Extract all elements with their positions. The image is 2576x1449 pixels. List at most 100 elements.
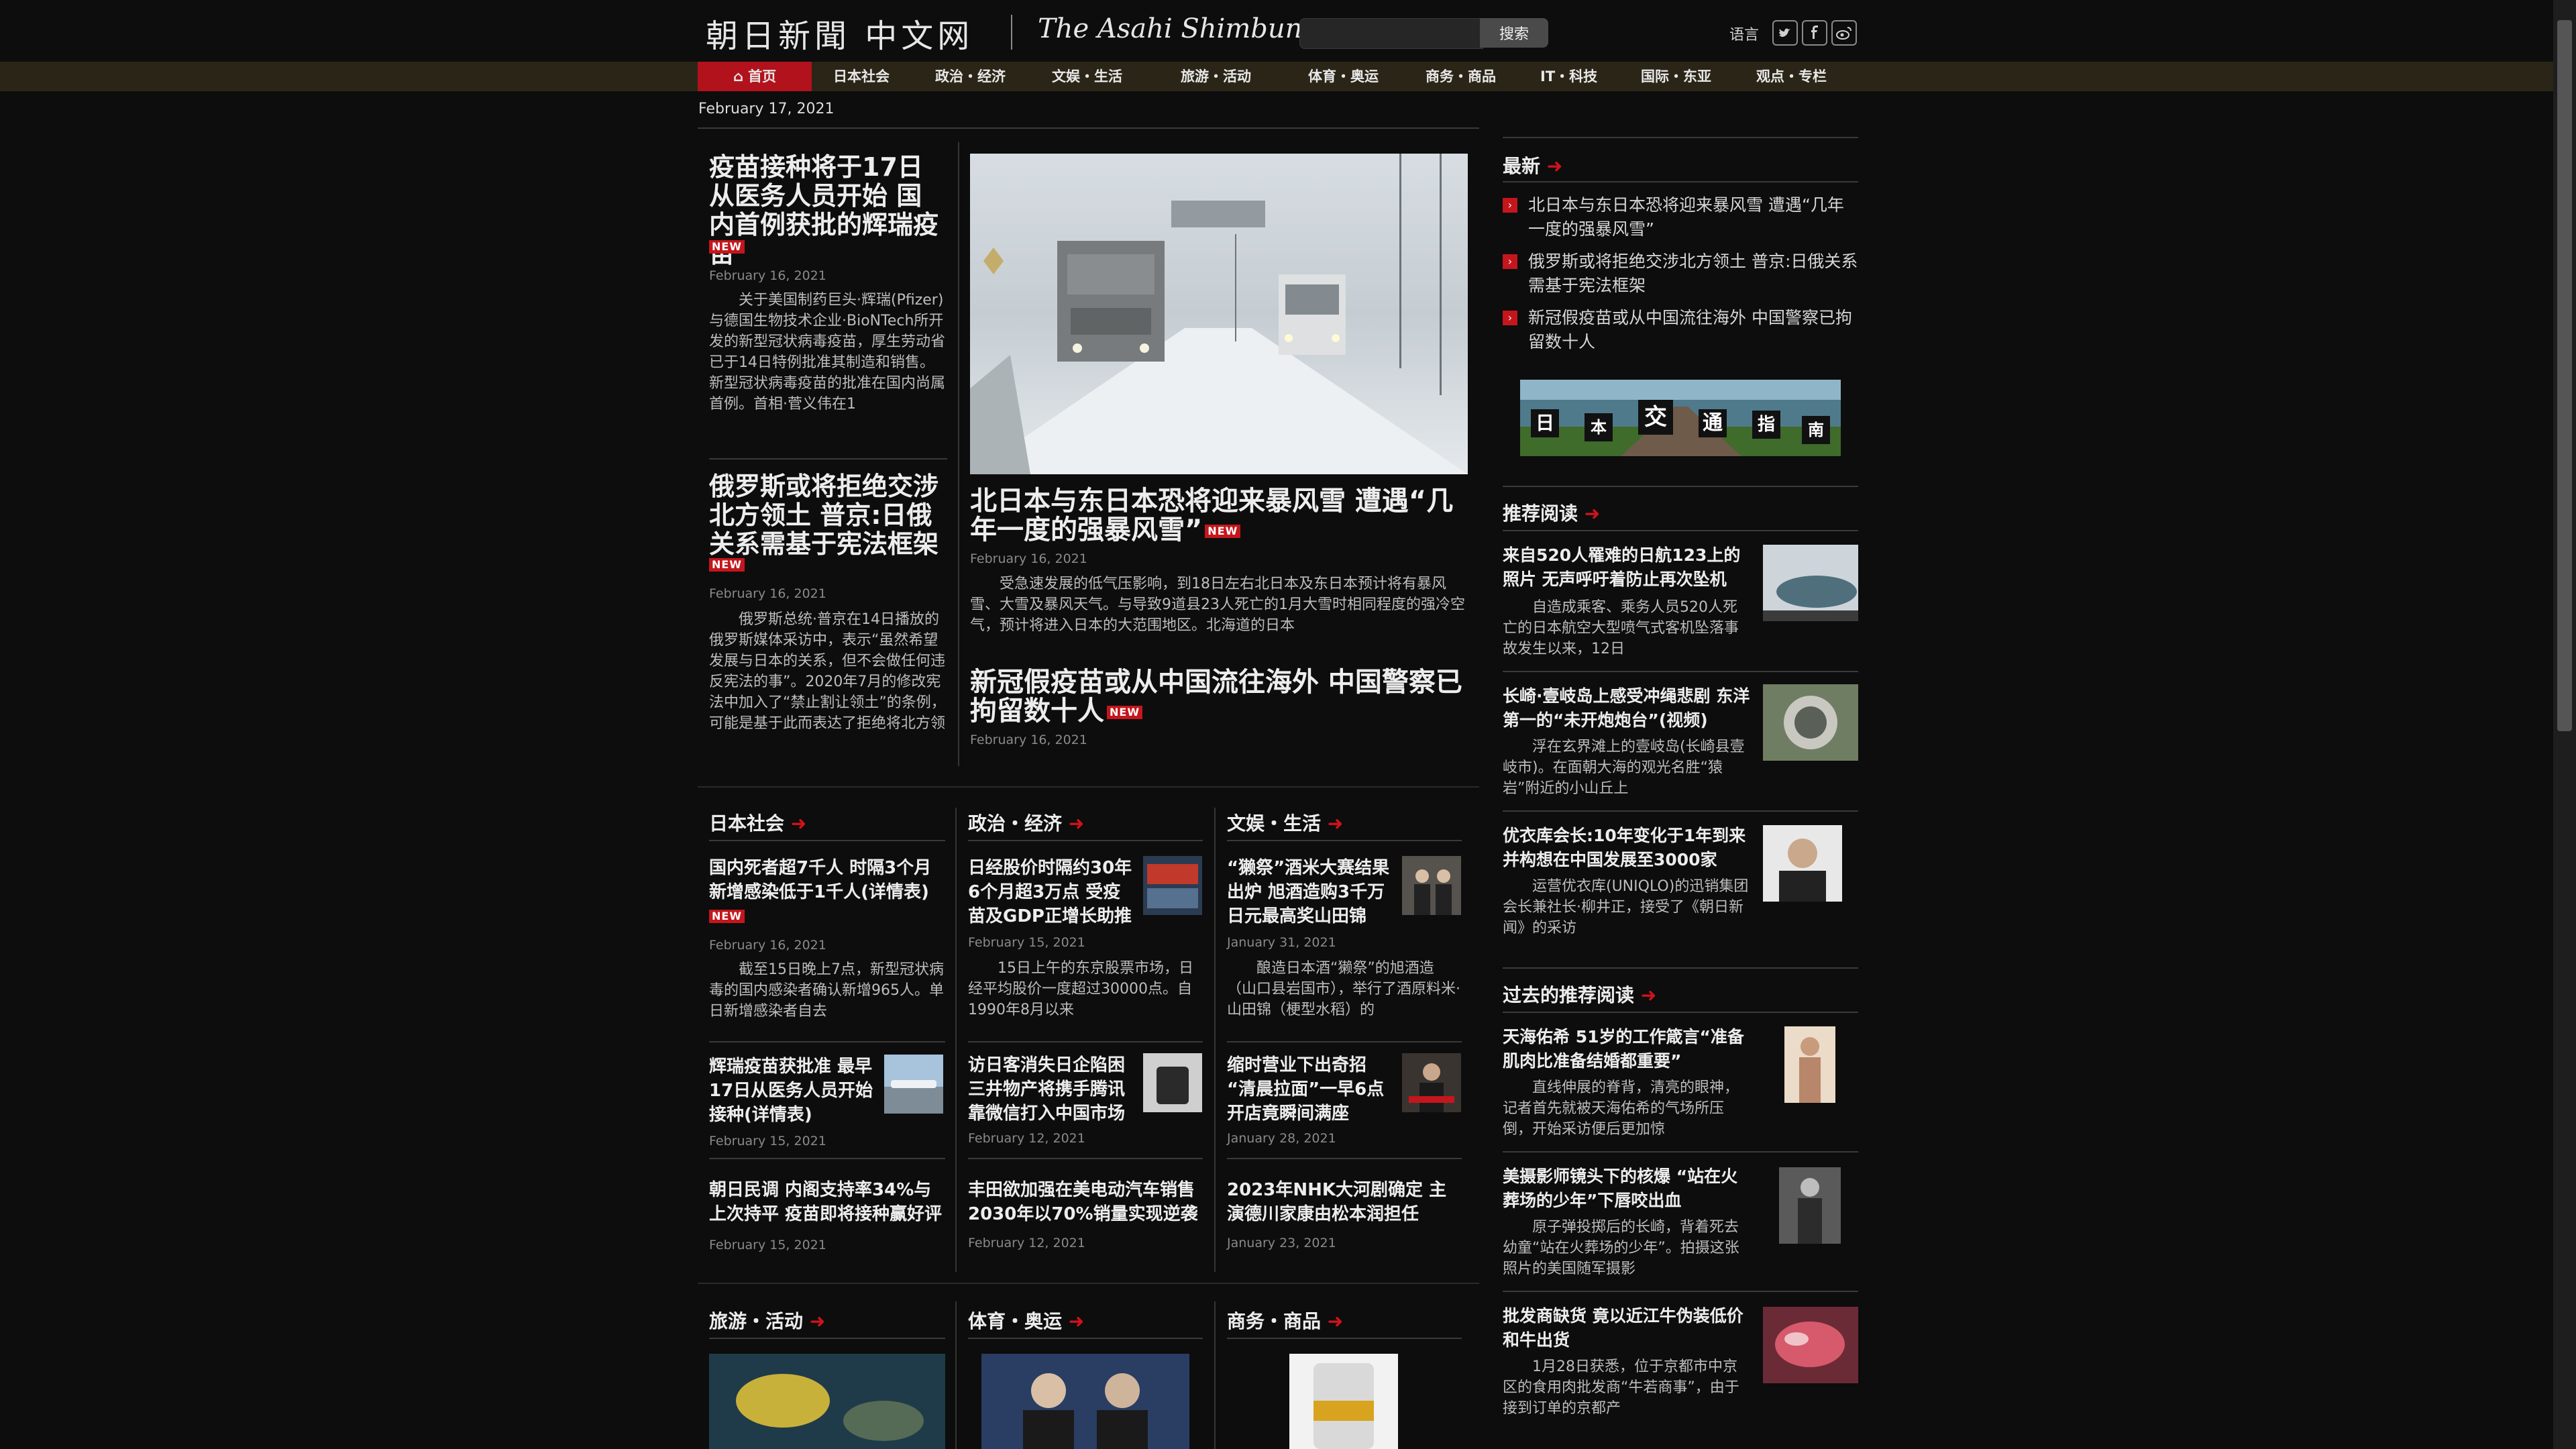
banner-char: 交: [1638, 400, 1673, 435]
banner-char: 通: [1699, 409, 1727, 437]
article-date: February 15, 2021: [709, 1238, 826, 1252]
divider: [709, 840, 945, 841]
facebook-icon[interactable]: [1802, 20, 1827, 46]
sidebar-latest-title[interactable]: 最新 ➜: [1503, 152, 1562, 178]
section-article-title[interactable]: 国内死者超7千人 时隔3个月新增感染低于1千人(详情表): [709, 856, 945, 904]
article-thumbnail-airport[interactable]: [884, 1055, 943, 1114]
lead-center-title[interactable]: 北日本与东日本恐将迎来暴风雪 遭遇“几年一度的强暴风雪” NEW: [970, 487, 1468, 545]
latest-item[interactable]: 北日本与东日本恐将迎来暴风雪 遭遇“几年一度的强暴风雪”: [1528, 193, 1858, 241]
article-thumbnail-wagyu-beef[interactable]: [1763, 1307, 1858, 1383]
site-logo-english[interactable]: The Asahi Shimbun: [1038, 13, 1302, 44]
nav-item-entertainment[interactable]: 文娱・生活: [1052, 62, 1122, 91]
sidebar-recommended-title[interactable]: 推荐阅读 ➜: [1503, 499, 1600, 526]
divider: [1503, 486, 1858, 487]
article-date: February 12, 2021: [968, 1236, 1085, 1250]
article-thumbnail-uniqlo-chairman[interactable]: [1763, 825, 1842, 902]
article-summary: 1月28日获悉，位于京都市中京区的食用肉批发商“牛若商事”，由于接到订单的京都产: [1503, 1358, 1739, 1417]
nav-item-business[interactable]: 商务・商品: [1426, 62, 1496, 91]
twitter-icon[interactable]: [1772, 20, 1798, 46]
divider: [1503, 1012, 1858, 1013]
new-badge: NEW: [709, 910, 745, 923]
search-input[interactable]: [1299, 18, 1483, 49]
lead-left-1-title[interactable]: 疫苗接种将于17日从医务人员开始 国内首例获批的辉瑞疫苗: [709, 153, 947, 268]
section-article-title[interactable]: 访日客消失日企陷困 三井物产将携手腾讯靠微信打入中国市场: [968, 1053, 1134, 1126]
article-thumbnail-phone[interactable]: [1143, 1053, 1202, 1112]
article-thumbnail-nagasaki-boy[interactable]: [1779, 1167, 1841, 1244]
lead-left-2-title[interactable]: 俄罗斯或将拒绝交涉北方领土 普京:日俄关系需基于宪法框架: [709, 472, 947, 559]
section-title-entertainment[interactable]: 文娱・生活 ➜: [1227, 809, 1343, 836]
new-badge: NEW: [709, 240, 745, 254]
divider: [709, 1158, 945, 1159]
section-title-politics-economy[interactable]: 政治・经济 ➜: [968, 809, 1084, 836]
article-date: February 15, 2021: [968, 935, 1085, 950]
section-article-title[interactable]: 丰田欲加强在美电动汽车销售 2030年以70%销量实现逆袭: [968, 1178, 1203, 1226]
article-thumbnail-aquarium[interactable]: [709, 1354, 945, 1449]
column-divider: [1214, 1301, 1216, 1449]
page-date: February 17, 2021: [698, 101, 835, 117]
latest-item[interactable]: 新冠假疫苗或从中国流往海外 中国警察已拘留数十人: [1528, 306, 1858, 354]
past-article-title[interactable]: 天海佑希 51岁的工作箴言“准备肌肉比准备结婚都重要”: [1503, 1025, 1751, 1073]
banner-char: 本: [1585, 413, 1613, 441]
weibo-icon[interactable]: [1831, 20, 1857, 46]
recommended-article-title[interactable]: 优衣库会长:10年变化于1年到来 并构想在中国发展至3000家: [1503, 824, 1751, 872]
divider: [698, 127, 1479, 129]
section-title-business[interactable]: 商务・商品 ➜: [1227, 1307, 1343, 1334]
past-article-title[interactable]: 美摄影师镜头下的核爆 “站在火葬场的少年”下唇咬出血: [1503, 1165, 1751, 1213]
search-button[interactable]: 搜索: [1480, 18, 1548, 48]
divider: [968, 1158, 1203, 1159]
article-thumbnail-sake-award[interactable]: [1402, 856, 1461, 915]
section-title-travel[interactable]: 旅游・活动 ➜: [709, 1307, 825, 1334]
chevron-right-icon: ›: [1503, 254, 1517, 269]
divider: [968, 1041, 1203, 1042]
sidebar-past-recommended-title[interactable]: 过去的推荐阅读 ➜: [1503, 981, 1656, 1008]
nav-item-travel[interactable]: 旅游・活动: [1181, 62, 1251, 91]
nav-item-sports[interactable]: 体育・奥运: [1308, 62, 1379, 91]
section-article-title[interactable]: 朝日民调 内阁支持率34%与上次持平 疫苗即将接种赢好评: [709, 1178, 945, 1226]
article-summary: 俄罗斯总统·普京在14日播放的俄罗斯媒体采访中，表示“虽然希望发展与日本的关系，…: [709, 611, 946, 732]
chevron-right-icon: ›: [1503, 198, 1517, 213]
section-title-society[interactable]: 日本社会 ➜: [709, 809, 806, 836]
main-nav: [0, 62, 2553, 91]
arrow-right-icon: ➜: [809, 1310, 826, 1332]
section-article-title[interactable]: 日经股价时隔约30年6个月超3万点 受疫苗及GDP正增长助推: [968, 856, 1134, 928]
article-thumbnail-stock-board[interactable]: [1143, 856, 1202, 915]
section-article-title[interactable]: 2023年NHK大河剧确定 主演德川家康由松本润担任: [1227, 1178, 1462, 1226]
nav-item-international[interactable]: 国际・东亚: [1641, 62, 1711, 91]
scrollbar-thumb[interactable]: [2557, 20, 2572, 731]
section-article-title[interactable]: “獭祭”酒米大赛结果出炉 旭酒造购3千万日元最高奖山田锦: [1227, 856, 1393, 928]
article-thumbnail-gun-battery[interactable]: [1763, 684, 1858, 761]
article-thumbnail-actress[interactable]: [1784, 1026, 1835, 1103]
nav-item-opinion[interactable]: 观点・专栏: [1756, 62, 1827, 91]
article-date: January 28, 2021: [1227, 1131, 1336, 1146]
lead-photo-snowstorm[interactable]: [970, 154, 1468, 474]
article-thumbnail-olympic-officials[interactable]: [981, 1354, 1189, 1449]
recommended-article-title[interactable]: 来自520人罹难的日航123上的照片 无声呼吁着防止再次坠机: [1503, 543, 1751, 592]
arrow-right-icon: ➜: [790, 812, 807, 835]
article-thumbnail-beer-can[interactable]: [1289, 1354, 1398, 1449]
divider: [709, 1338, 945, 1339]
article-thumbnail-jal-plane[interactable]: [1763, 545, 1858, 621]
section-article-title[interactable]: 缩时营业下出奇招 “清晨拉面”一早6点开店竟瞬间满座: [1227, 1053, 1393, 1126]
article-date: February 16, 2021: [709, 586, 826, 601]
japan-traffic-guide-banner[interactable]: 日 本 交 通 指 南: [1520, 380, 1841, 456]
recommended-article-title[interactable]: 长崎·壹岐岛上感受冲绳悲剧 东洋第一的“未开炮炮台”(视频): [1503, 684, 1751, 733]
divider: [1227, 1041, 1462, 1042]
nav-item-it[interactable]: IT・科技: [1540, 62, 1597, 91]
site-logo-chinese[interactable]: 朝日新聞 中文网: [706, 9, 973, 56]
article-summary: 15日上午的东京股票市场，日经平均股价一度超过30000点。自1990年8月以来: [968, 960, 1193, 1018]
language-selector[interactable]: 语言: [1729, 23, 1759, 44]
article-thumbnail-ramen-shop[interactable]: [1402, 1053, 1461, 1112]
lead-center-second-title-text: 新冠假疫苗或从中国流往海外 中国警察已拘留数十人: [970, 667, 1462, 727]
home-icon: ⌂: [733, 68, 743, 85]
lead-center-second-title[interactable]: 新冠假疫苗或从中国流往海外 中国警察已拘留数十人 NEW: [970, 668, 1468, 726]
nav-item-society[interactable]: 日本社会: [833, 62, 890, 91]
latest-item[interactable]: 俄罗斯或将拒绝交涉北方领土 普京:日俄关系需基于宪法框架: [1528, 250, 1858, 298]
section-title-sports[interactable]: 体育・奥运 ➜: [968, 1307, 1084, 1334]
new-badge: NEW: [1205, 525, 1241, 538]
column-divider: [958, 142, 959, 766]
section-article-title[interactable]: 辉瑞疫苗获批准 最早17日从医务人员开始接种(详情表): [709, 1055, 878, 1127]
nav-item-politics-economy[interactable]: 政治・经济: [935, 62, 1006, 91]
article-date: February 16, 2021: [970, 733, 1087, 747]
past-article-title[interactable]: 批发商缺货 竟以近江牛伪装低价和牛出货: [1503, 1304, 1751, 1352]
nav-home[interactable]: ⌂ 首页: [698, 62, 812, 91]
